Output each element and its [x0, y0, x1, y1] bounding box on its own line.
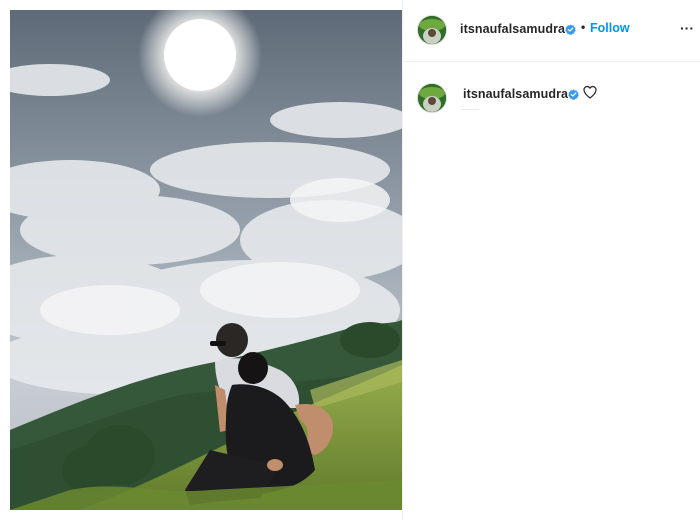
post-photo[interactable] — [10, 10, 402, 510]
author-avatar[interactable] — [417, 15, 447, 45]
follow-button[interactable]: Follow — [590, 21, 630, 35]
post-header: itsnaufalsamudra • Follow ··· — [403, 0, 700, 62]
author-username[interactable]: itsnaufalsamudra — [460, 22, 565, 36]
avatar-image — [418, 16, 446, 44]
separator-dot: • — [581, 20, 586, 34]
caption-comment: itsnaufalsamudra — [403, 62, 700, 142]
post-photo-graphic — [10, 10, 402, 510]
avatar-image — [418, 84, 446, 112]
heart-outline-icon[interactable] — [582, 84, 598, 100]
more-options-icon[interactable]: ··· — [680, 18, 700, 38]
commenter-username[interactable]: itsnaufalsamudra — [463, 87, 568, 101]
commenter-avatar[interactable] — [417, 83, 447, 113]
instagram-post: itsnaufalsamudra • Follow ··· itsnaufals… — [0, 0, 700, 520]
verified-badge-icon — [568, 89, 579, 100]
verified-badge-icon — [565, 24, 576, 35]
caption-placeholder-line — [461, 109, 479, 110]
